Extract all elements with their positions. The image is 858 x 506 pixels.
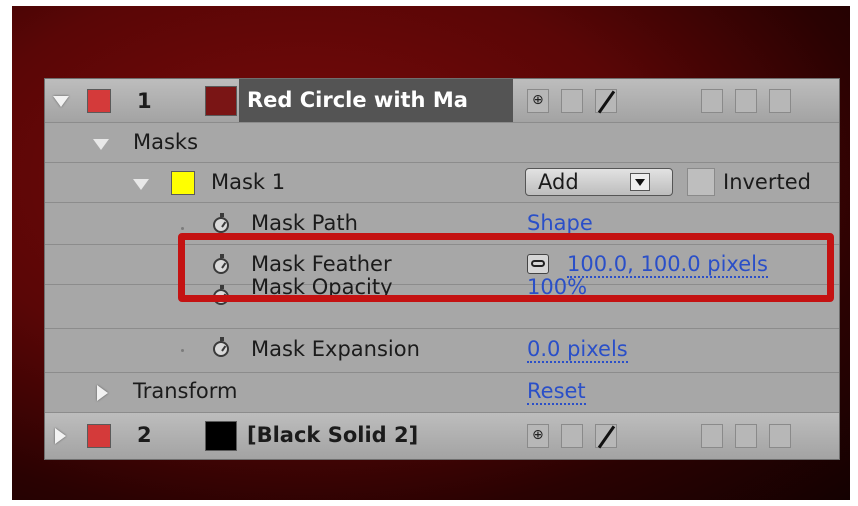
feather-highlight-box [178, 233, 834, 302]
inverted-checkbox[interactable] [687, 168, 715, 196]
layer-2-switch-b[interactable] [735, 424, 757, 448]
layer-2-label-color[interactable] [87, 424, 111, 448]
stopwatch-icon[interactable] [213, 213, 229, 233]
mask-expansion-row[interactable]: Mask Expansion 0.0 pixels [45, 329, 839, 373]
mask-1-color[interactable] [171, 171, 195, 195]
masks-label: Masks [133, 130, 199, 154]
expand-masks-icon[interactable] [93, 139, 109, 150]
layer-2-name[interactable]: [Black Solid 2] [247, 425, 418, 446]
layer-1-label-color[interactable] [87, 89, 111, 113]
collapse-switch[interactable] [561, 89, 583, 113]
layer-row-2[interactable]: 2 [Black Solid 2] ⊕ [45, 413, 839, 459]
mask-expansion-value[interactable]: 0.0 pixels [527, 339, 628, 363]
mask-path-label: Mask Path [251, 211, 358, 235]
layer-1-name-field[interactable]: Red Circle with Ma [239, 79, 513, 122]
layer-1-name: Red Circle with Ma [247, 88, 468, 112]
indent-dot [181, 227, 184, 230]
inverted-label: Inverted [723, 170, 811, 194]
layer-2-number: 2 [137, 423, 152, 447]
layer-1-switch-b[interactable] [735, 89, 757, 113]
mask-1-row[interactable]: Mask 1 Add Inverted [45, 163, 839, 203]
layer-2-switch-c[interactable] [769, 424, 791, 448]
layer-1-switch-c[interactable] [769, 89, 791, 113]
transform-row[interactable]: Transform Reset [45, 373, 839, 413]
mask-mode-dropdown[interactable]: Add [525, 168, 673, 196]
layer-1-switch-a[interactable] [701, 89, 723, 113]
transform-label: Transform [133, 379, 238, 403]
transform-reset-link[interactable]: Reset [527, 381, 586, 405]
layer-1-solid-swatch [205, 86, 237, 116]
stopwatch-icon[interactable] [213, 337, 229, 357]
layer-2-solid-swatch [205, 421, 237, 451]
collapse-switch[interactable] [561, 424, 583, 448]
quality-switch-icon[interactable] [595, 424, 617, 449]
quality-switch-icon[interactable] [595, 89, 617, 114]
layer-2-switch-a[interactable] [701, 424, 723, 448]
expand-transform-icon[interactable] [97, 385, 108, 401]
indent-dot [181, 349, 184, 352]
expand-layer-1-icon[interactable] [53, 96, 69, 107]
mask-1-name: Mask 1 [211, 170, 286, 194]
layer-row-1[interactable]: 1 Red Circle with Ma ⊕ [45, 79, 839, 123]
layer-1-number: 1 [137, 89, 152, 113]
shy-switch-icon[interactable]: ⊕ [527, 424, 549, 448]
expand-layer-2-icon[interactable] [55, 428, 66, 444]
masks-group-row[interactable]: Masks [45, 123, 839, 163]
shy-switch-icon[interactable]: ⊕ [527, 89, 549, 113]
mask-mode-value: Add [538, 170, 579, 194]
expand-mask-1-icon[interactable] [133, 179, 149, 190]
mask-expansion-label: Mask Expansion [251, 337, 420, 361]
chevron-down-icon [630, 173, 650, 191]
